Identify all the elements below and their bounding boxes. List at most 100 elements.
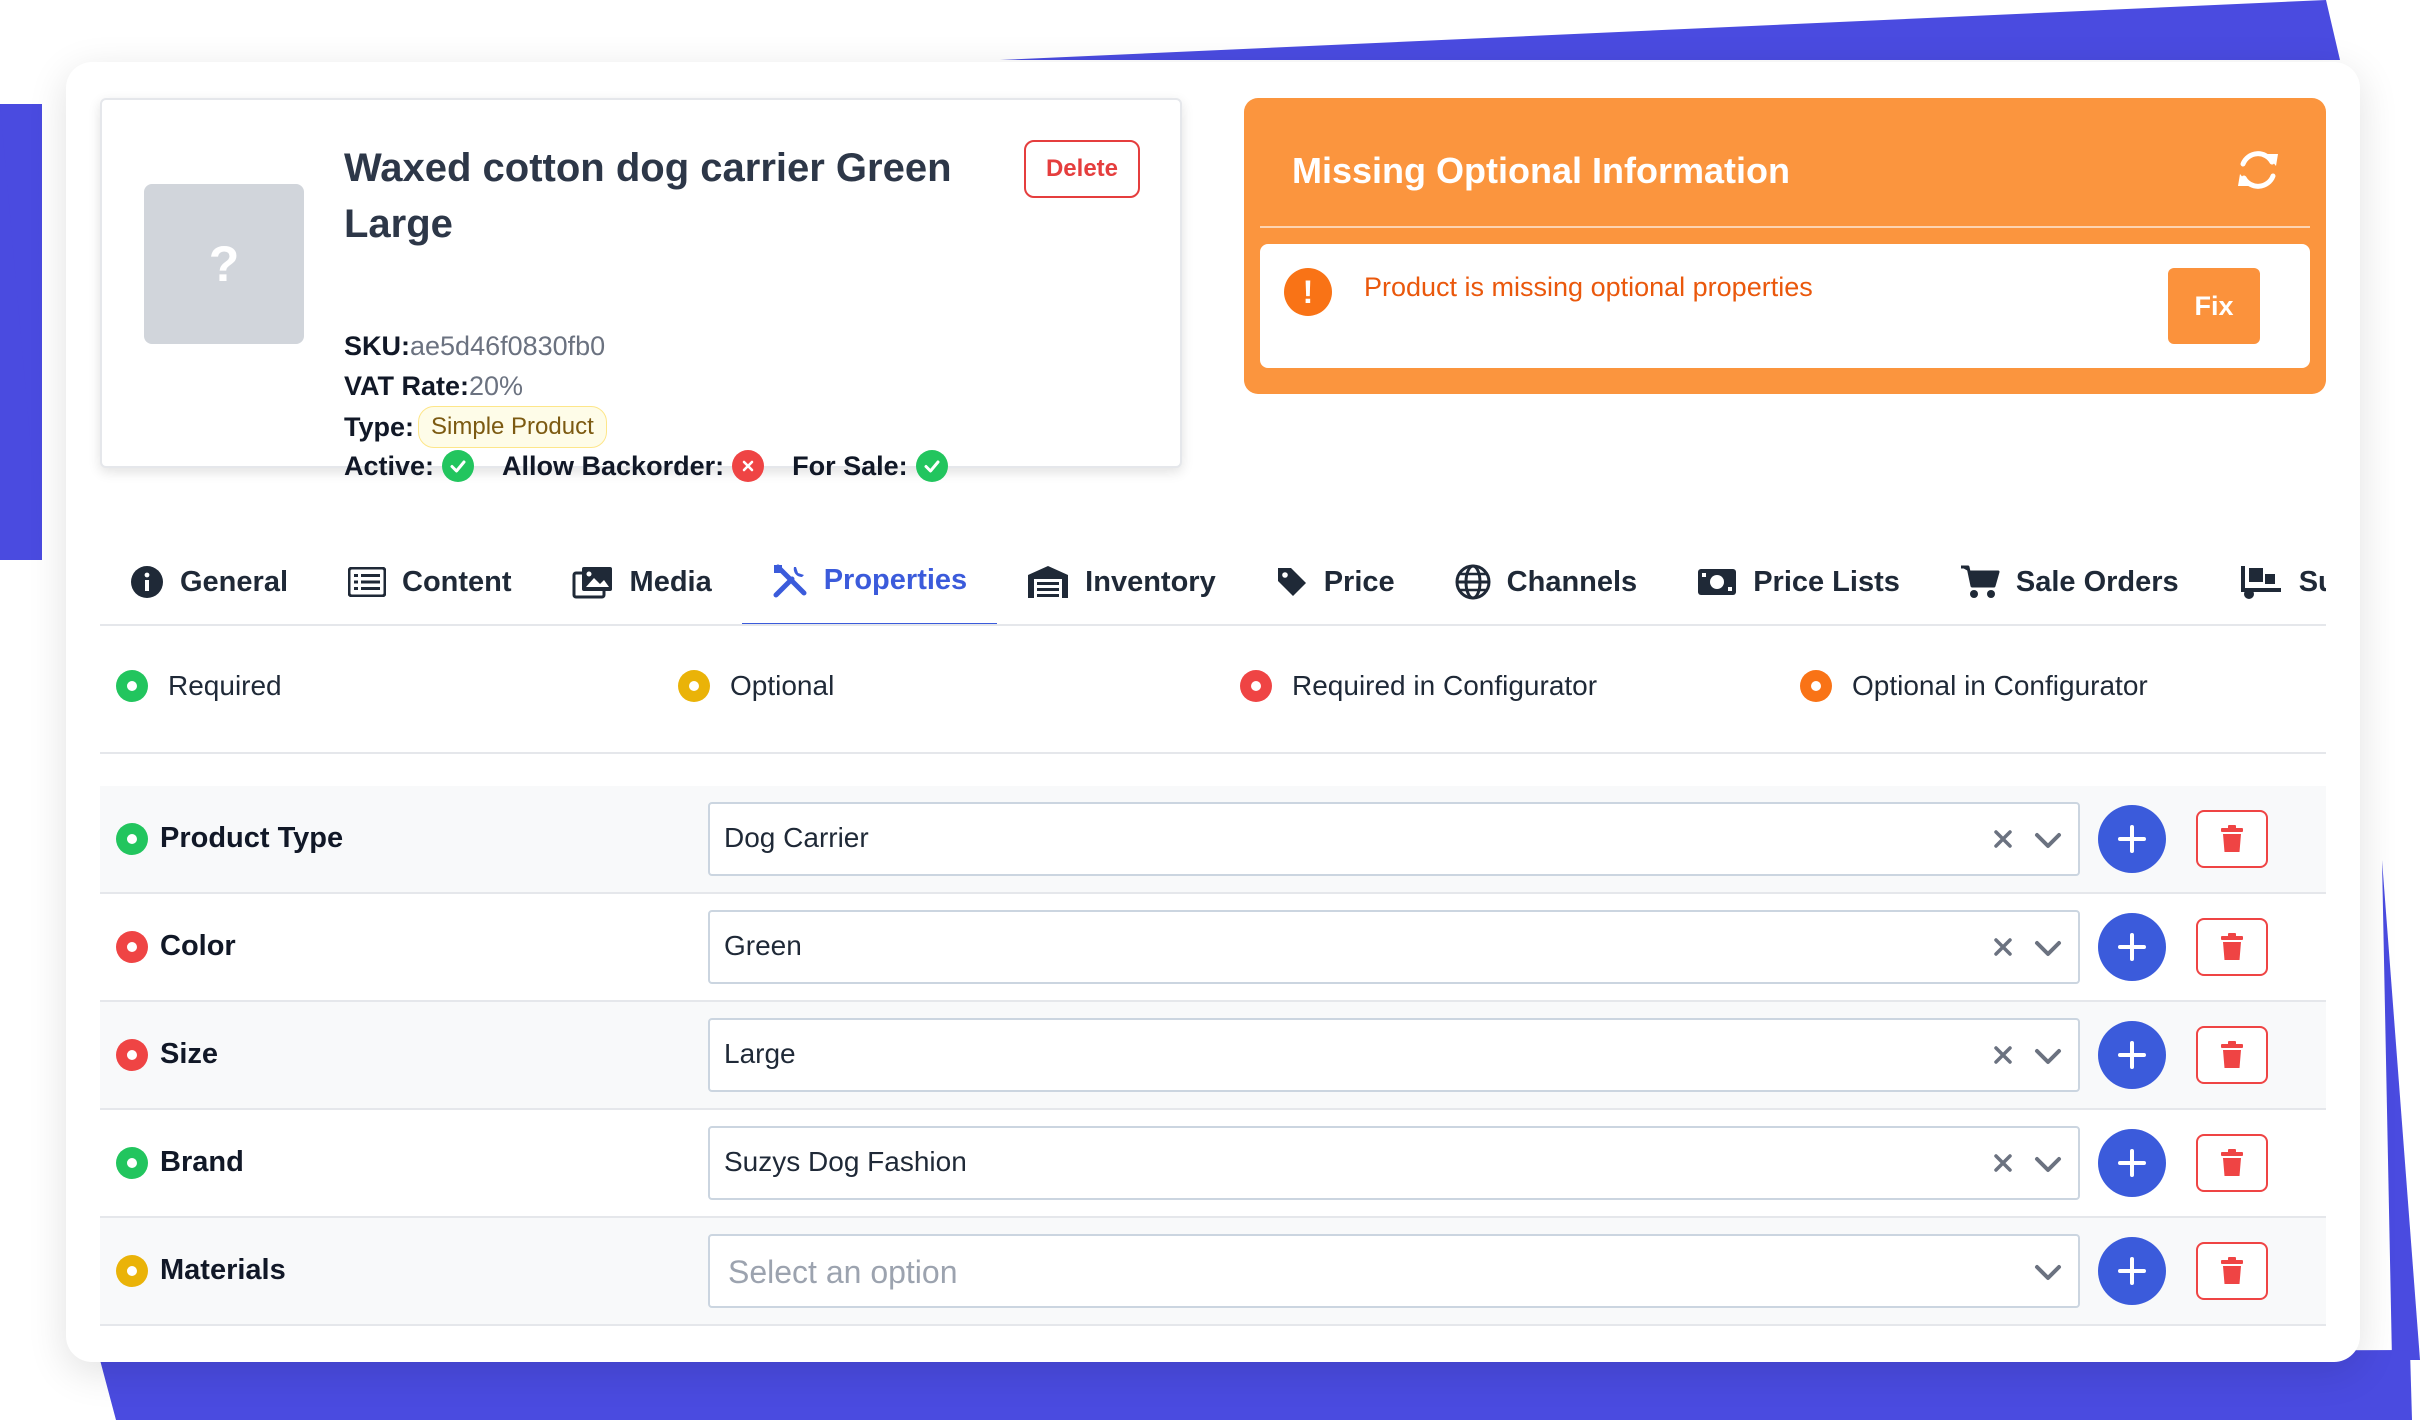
property-row-materials: Materials Select an option: [100, 1218, 2326, 1326]
tab-sale-orders[interactable]: Sale Orders: [1930, 538, 2209, 624]
missing-info-title: Missing Optional Information: [1292, 150, 1790, 191]
color-select[interactable]: Green: [708, 910, 2080, 984]
tab-content[interactable]: Content: [318, 538, 542, 624]
type-row: Type: Simple Product: [344, 406, 607, 448]
add-value-button[interactable]: [2098, 913, 2166, 981]
tab-price-lists[interactable]: Price Lists: [1667, 538, 1930, 624]
trash-icon: [2221, 1041, 2243, 1068]
warehouse-icon: [1028, 566, 1069, 598]
add-value-button[interactable]: [2098, 1021, 2166, 1089]
info-circle-icon: [131, 566, 163, 598]
legend-optional-configurator: Optional in Configurator: [1800, 670, 2148, 702]
chevron-down-icon[interactable]: [2032, 824, 2064, 856]
chevron-down-icon[interactable]: [2032, 1256, 2064, 1288]
backorder-x-icon: [732, 450, 765, 482]
sku-row: SKU: ae5d46f0830fb0: [344, 328, 605, 364]
delete-property-button[interactable]: [2196, 810, 2268, 868]
property-label: Size: [116, 1038, 218, 1071]
product-image-placeholder: ?: [144, 184, 304, 344]
legend-required: Required: [116, 670, 282, 702]
property-name: Color: [160, 930, 236, 962]
sku-value: ae5d46f0830fb0: [410, 331, 606, 361]
list-icon: [348, 567, 386, 597]
delete-property-button[interactable]: [2196, 1242, 2268, 1300]
chevron-down-icon[interactable]: [2032, 932, 2064, 964]
select-value: Dog Carrier: [724, 822, 869, 853]
yellow-dot-icon: [678, 670, 710, 702]
property-name: Product Type: [160, 822, 344, 854]
select-value: Large: [724, 1038, 796, 1069]
tab-properties[interactable]: Properties: [741, 538, 998, 624]
green-dot-icon: [116, 822, 148, 855]
chevron-down-icon[interactable]: [2032, 1148, 2064, 1180]
product-type-select[interactable]: Dog Carrier: [708, 802, 2080, 876]
trash-icon: [2221, 1149, 2243, 1176]
materials-select[interactable]: Select an option: [708, 1234, 2080, 1308]
product-tabs: General Content Media Properties Invento…: [100, 538, 2326, 626]
delete-button[interactable]: Delete: [1024, 140, 1140, 198]
property-list: Product Type Dog Carrier Color Green Siz…: [100, 786, 2326, 1326]
legend-required-configurator: Required in Configurator: [1240, 670, 1597, 702]
delete-property-button[interactable]: [2196, 1134, 2268, 1192]
trash-icon: [2221, 825, 2243, 852]
tab-suppliers[interactable]: Su: [2209, 538, 2326, 624]
type-label: Type:: [344, 412, 415, 442]
vat-value: 20%: [469, 371, 524, 401]
plus-icon: [2118, 1257, 2146, 1285]
property-label: Brand: [116, 1146, 244, 1179]
backorder-label: Allow Backorder:: [502, 451, 725, 481]
add-value-button[interactable]: [2098, 1237, 2166, 1305]
tag-icon: [1277, 568, 1306, 596]
sku-label: SKU:: [344, 331, 410, 361]
refresh-icon[interactable]: [2232, 144, 2284, 196]
clear-icon[interactable]: [1990, 1042, 2016, 1068]
clear-icon[interactable]: [1990, 1150, 2016, 1176]
tab-media[interactable]: Media: [542, 538, 742, 624]
add-value-button[interactable]: [2098, 1129, 2166, 1197]
placeholder-glyph: ?: [208, 236, 240, 292]
property-name: Size: [160, 1038, 219, 1070]
property-row-product-type: Product Type Dog Carrier: [100, 786, 2326, 894]
legend-label: Required in Configurator: [1292, 670, 1598, 701]
tab-label: Inventory: [1085, 565, 1216, 598]
tab-price[interactable]: Price: [1246, 538, 1425, 624]
tab-label: Media: [629, 565, 712, 598]
tab-label: Channels: [1506, 565, 1638, 598]
tab-channels[interactable]: Channels: [1425, 538, 1668, 624]
globe-icon: [1455, 564, 1491, 600]
chevron-down-icon[interactable]: [2032, 1040, 2064, 1072]
tab-label: Su: [2298, 565, 2326, 598]
missing-info-alert: ! Product is missing optional properties…: [1260, 244, 2310, 368]
property-label: Color: [116, 930, 236, 963]
size-select[interactable]: Large: [708, 1018, 2080, 1092]
yellow-dot-icon: [116, 1254, 148, 1287]
tab-label: Properties: [823, 564, 968, 596]
tab-label: General: [180, 565, 288, 598]
money-bill-icon: [1698, 569, 1737, 595]
tab-general[interactable]: General: [100, 538, 318, 624]
shopping-cart-icon: [1960, 565, 2000, 598]
clear-icon[interactable]: [1990, 826, 2016, 852]
brand-select[interactable]: Suzys Dog Fashion: [708, 1126, 2080, 1200]
delete-property-button[interactable]: [2196, 918, 2268, 976]
fix-button[interactable]: Fix: [2168, 268, 2260, 344]
missing-info-panel: Missing Optional Information ! Product i…: [1244, 98, 2326, 394]
images-icon: [572, 567, 612, 599]
tab-label: Content: [402, 565, 512, 598]
tools-icon: [773, 564, 807, 597]
property-label: Materials: [116, 1254, 286, 1287]
select-placeholder: Select an option: [728, 1254, 958, 1290]
delete-property-button[interactable]: [2196, 1026, 2268, 1084]
property-row-brand: Brand Suzys Dog Fashion: [100, 1110, 2326, 1218]
for-sale-check-icon: [915, 450, 948, 482]
property-row-color: Color Green: [100, 894, 2326, 1002]
tab-label: Price Lists: [1753, 565, 1900, 598]
active-check-icon: [442, 450, 475, 482]
tab-inventory[interactable]: Inventory: [997, 538, 1246, 624]
clear-icon[interactable]: [1990, 934, 2016, 960]
trash-icon: [2221, 933, 2243, 960]
add-value-button[interactable]: [2098, 805, 2166, 873]
for-sale-label: For Sale:: [792, 451, 908, 481]
property-name: Brand: [160, 1146, 244, 1178]
type-badge: Simple Product: [418, 406, 607, 448]
